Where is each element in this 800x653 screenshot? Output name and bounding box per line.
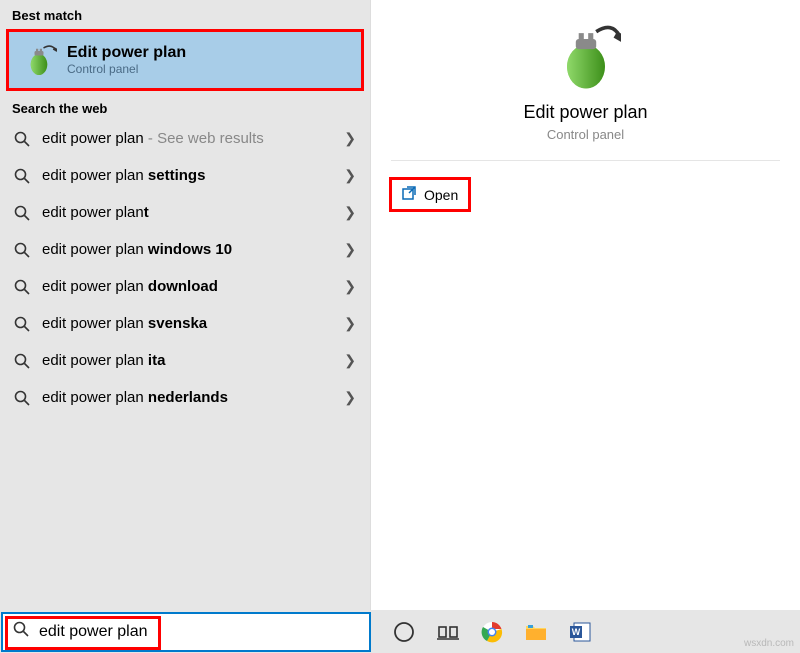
best-match-header: Best match (0, 0, 370, 27)
battery-icon (21, 42, 57, 78)
task-view-icon[interactable] (437, 621, 459, 643)
chevron-right-icon: ❯ (344, 278, 356, 295)
chrome-icon[interactable] (481, 621, 503, 643)
watermark: wsxdn.com (744, 638, 794, 649)
search-icon (14, 242, 30, 258)
chevron-right-icon: ❯ (344, 204, 356, 221)
chevron-right-icon: ❯ (344, 389, 356, 406)
web-result-label: edit power plan nederlands (42, 389, 344, 406)
battery-icon (551, 20, 621, 90)
chevron-right-icon: ❯ (344, 130, 356, 147)
web-result-item[interactable]: edit power plan windows 10 ❯ (0, 231, 370, 268)
chevron-right-icon: ❯ (344, 241, 356, 258)
search-icon (14, 316, 30, 332)
search-icon (13, 621, 29, 642)
chevron-right-icon: ❯ (344, 167, 356, 184)
web-result-item[interactable]: edit power plan - See web results ❯ (0, 120, 370, 157)
best-match-subtitle: Control panel (67, 62, 186, 76)
search-web-header: Search the web (0, 93, 370, 120)
detail-subtitle: Control panel (547, 127, 624, 142)
best-match-title: Edit power plan (67, 44, 186, 62)
web-result-item[interactable]: edit power plan ita ❯ (0, 342, 370, 379)
search-icon (14, 353, 30, 369)
divider (391, 160, 780, 161)
web-result-label: edit power plan windows 10 (42, 241, 344, 258)
web-result-label: edit power plan settings (42, 167, 344, 184)
search-box[interactable] (1, 612, 371, 652)
cortana-icon[interactable] (393, 621, 415, 643)
web-result-item[interactable]: edit power plan nederlands ❯ (0, 379, 370, 416)
web-result-item[interactable]: edit power plant ❯ (0, 194, 370, 231)
search-input[interactable] (39, 623, 369, 641)
web-result-item[interactable]: edit power plan download ❯ (0, 268, 370, 305)
web-result-label: edit power plan - See web results (42, 130, 344, 147)
web-result-label: edit power plan ita (42, 352, 344, 369)
file-explorer-icon[interactable] (525, 621, 547, 643)
best-match-result[interactable]: Edit power plan Control panel (6, 29, 364, 91)
web-result-label: edit power plan svenska (42, 315, 344, 332)
search-icon (14, 205, 30, 221)
web-results-list: edit power plan - See web results ❯ edit… (0, 120, 370, 610)
web-result-label: edit power plan download (42, 278, 344, 295)
svg-text:W: W (572, 627, 581, 637)
web-result-item[interactable]: edit power plan settings ❯ (0, 157, 370, 194)
detail-panel: Edit power plan Control panel Open (370, 0, 800, 610)
search-icon (14, 168, 30, 184)
search-icon (14, 131, 30, 147)
open-button[interactable]: Open (389, 177, 471, 212)
taskbar: W (0, 610, 800, 653)
search-results-panel: Best match Edit power plan Control panel (0, 0, 370, 610)
open-icon (402, 186, 416, 203)
chevron-right-icon: ❯ (344, 315, 356, 332)
web-result-label: edit power plant (42, 204, 344, 221)
chevron-right-icon: ❯ (344, 352, 356, 369)
open-label: Open (424, 187, 458, 203)
search-icon (14, 390, 30, 406)
search-icon (14, 279, 30, 295)
web-result-item[interactable]: edit power plan svenska ❯ (0, 305, 370, 342)
detail-title: Edit power plan (523, 102, 647, 123)
word-icon[interactable]: W (569, 621, 591, 643)
